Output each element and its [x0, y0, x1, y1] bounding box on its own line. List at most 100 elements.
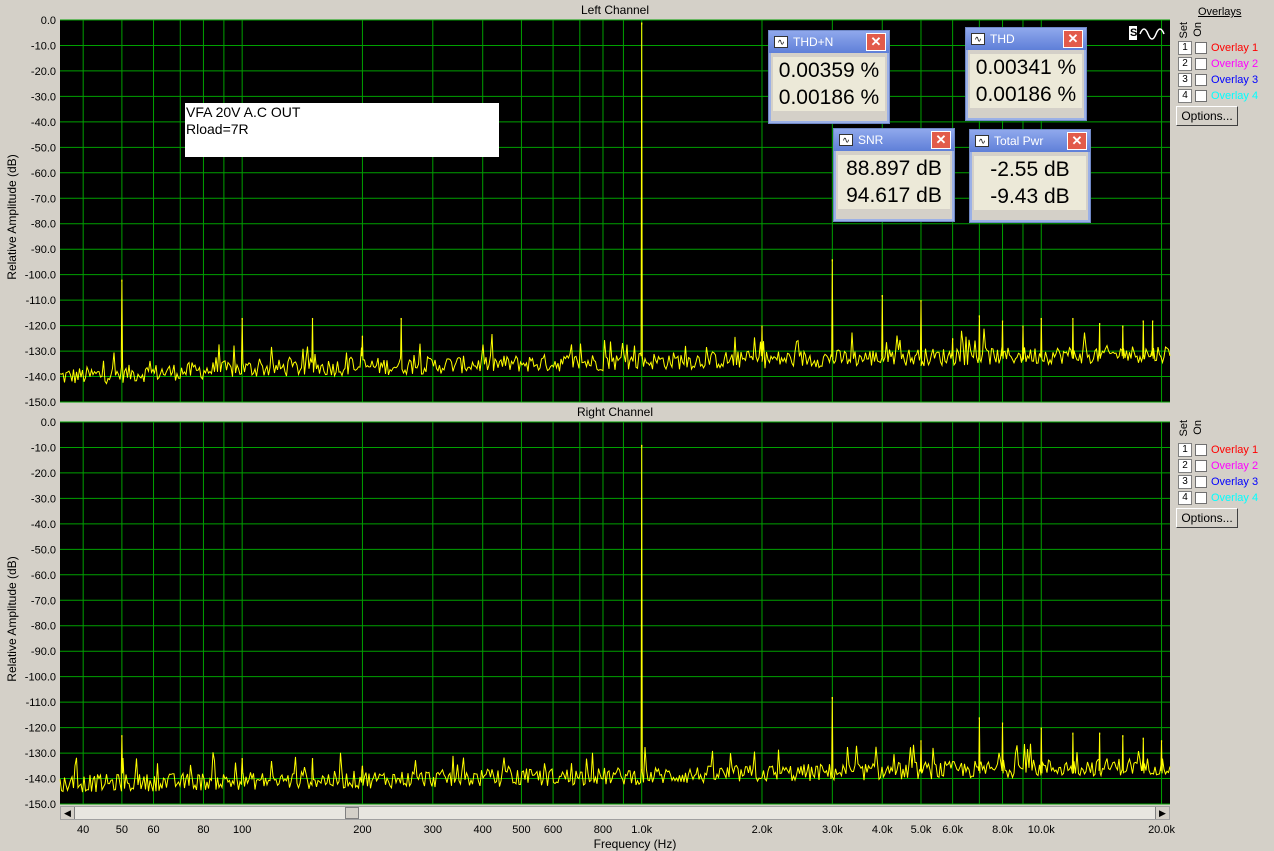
y-tick-label: -100.0 [25, 672, 56, 684]
overlay-checkbox[interactable] [1195, 74, 1207, 86]
x-tick-label: 80 [197, 824, 210, 836]
y-tick-label: -10.0 [31, 442, 56, 454]
overlay-checkbox[interactable] [1195, 476, 1207, 488]
overlay-checkbox[interactable] [1195, 444, 1207, 456]
overlay-set-button[interactable]: 3 [1178, 73, 1192, 87]
overlay-set-button[interactable]: 1 [1178, 41, 1192, 55]
meter-title: Total Pwr [994, 134, 1044, 148]
meter-value: 0.00341 % [975, 56, 1077, 79]
overlay-checkbox[interactable] [1195, 460, 1207, 472]
meter-value: 0.00186 % [975, 83, 1077, 106]
meter-icon: ∿ [774, 36, 788, 48]
annotation-line-1: VFA 20V A.C OUT [186, 104, 301, 120]
x-tick-label: 100 [232, 824, 252, 836]
meter-value: 0.00186 % [778, 86, 880, 109]
overlay-label: Overlay 1 [1211, 444, 1259, 456]
overlay-checkbox[interactable] [1195, 58, 1207, 70]
y-tick-label: -30.0 [31, 493, 56, 505]
y-tick-label: -70.0 [31, 595, 56, 607]
on-column-label: On [1192, 22, 1204, 37]
y-tick-label: -80.0 [31, 621, 56, 633]
overlay-row[interactable]: 3 Overlay 3 [1178, 72, 1258, 88]
x-axis-label: Frequency (Hz) [593, 837, 677, 851]
x-tick-label: 10.0k [1027, 824, 1055, 836]
x-tick-label: 300 [423, 824, 442, 836]
x-tick-label: 1.0k [631, 824, 653, 836]
overlay-list: 1 Overlay 1 2 Overlay 2 3 Overlay 3 4 Overla… [1178, 442, 1270, 512]
overlay-row[interactable]: 2 Overlay 2 [1178, 56, 1258, 72]
overlay-label: Overlay 1 [1211, 42, 1259, 54]
overlay-set-button[interactable]: 4 [1178, 89, 1192, 103]
y-tick-label: -40.0 [31, 519, 56, 531]
y-tick-label: 0.0 [41, 417, 56, 429]
overlay-set-button[interactable]: 3 [1178, 475, 1192, 489]
snr-meter[interactable]: ∿ SNR ✕ 88.897 dB 94.617 dB [833, 128, 955, 222]
y-tick-label: -120.0 [25, 723, 56, 735]
close-icon[interactable]: ✕ [1063, 30, 1083, 48]
annotation-line-2: Rload=7R [186, 121, 249, 137]
overlay-set-button[interactable]: 4 [1178, 491, 1192, 505]
y-tick-label: -90.0 [31, 646, 56, 658]
overlay-label: Overlay 2 [1211, 460, 1259, 472]
meter-title: THD+N [793, 35, 834, 49]
y-tick-label: -50.0 [31, 544, 56, 556]
generator-icon[interactable]: S [1126, 24, 1166, 44]
x-axis-ticks: 40 50 60 80 100 200 300 400 500 600 800 1.0k 2.0k 3.0… [0, 824, 1274, 838]
scroll-left-icon[interactable]: ◀ [61, 807, 75, 819]
meter-title: THD [990, 32, 1015, 46]
overlay-row[interactable]: 4 Overlay 4 [1178, 88, 1258, 104]
thd-meter[interactable]: ∿ THD ✕ 0.00341 % 0.00186 % [965, 27, 1087, 121]
on-column-label: On [1192, 420, 1204, 435]
total-pwr-meter[interactable]: ∿ Total Pwr ✕ -2.55 dB -9.43 dB [969, 129, 1091, 223]
x-tick-label: 60 [147, 824, 160, 836]
overlay-set-button[interactable]: 2 [1178, 57, 1192, 71]
meter-value: -9.43 dB [990, 185, 1070, 208]
overlay-row[interactable]: 1 Overlay 1 [1178, 442, 1258, 458]
x-tick-label: 8.0k [992, 824, 1013, 836]
thdn-meter[interactable]: ∿ THD+N ✕ 0.00359 % 0.00186 % [768, 30, 890, 124]
close-icon[interactable]: ✕ [931, 131, 951, 149]
overlay-label: Overlay 3 [1211, 74, 1259, 86]
overlay-checkbox[interactable] [1195, 492, 1207, 504]
overlay-label: Overlay 3 [1211, 476, 1259, 488]
left-overlay-panel: Overlays Set On 1 Overlay 1 2 Overlay 2 3 O… [1174, 4, 1272, 126]
x-tick-label: 600 [543, 824, 563, 836]
overlay-row[interactable]: 3 Overlay 3 [1178, 474, 1258, 490]
annotation-box[interactable]: VFA 20V A.C OUT Rload=7R [185, 103, 499, 157]
y-tick-label: -130.0 [25, 748, 56, 760]
overlay-checkbox[interactable] [1195, 42, 1207, 54]
y-tick-label: -20.0 [31, 468, 56, 480]
x-tick-label: 6.0k [942, 824, 963, 836]
meter-icon: ∿ [971, 33, 985, 45]
scroll-thumb[interactable] [345, 807, 359, 819]
y-tick-label: -110.0 [26, 697, 56, 709]
y-tick-label: -60.0 [31, 570, 56, 582]
overlay-row[interactable]: 1 Overlay 1 [1178, 40, 1258, 56]
horizontal-scrollbar[interactable]: ◀ ▶ [60, 806, 1170, 820]
meter-value: 88.897 dB [846, 157, 942, 180]
close-icon[interactable]: ✕ [866, 33, 886, 51]
overlay-label: Overlay 4 [1211, 492, 1259, 504]
overlay-row[interactable]: 2 Overlay 2 [1178, 458, 1258, 474]
set-column-label: Set [1178, 22, 1190, 39]
plot-area [60, 422, 1170, 804]
x-tick-label: 4.0k [871, 824, 893, 836]
x-tick-label: 400 [473, 824, 492, 836]
meter-icon: ∿ [975, 135, 989, 147]
scroll-right-icon[interactable]: ▶ [1155, 807, 1169, 819]
overlay-list: 1 Overlay 1 2 Overlay 2 3 Overlay 3 4 Overla… [1178, 40, 1270, 110]
x-tick-label: 20.0k [1148, 824, 1175, 836]
overlay-set-button[interactable]: 2 [1178, 459, 1192, 473]
close-icon[interactable]: ✕ [1067, 132, 1087, 150]
overlay-label: Overlay 4 [1211, 90, 1259, 102]
overlay-checkbox[interactable] [1195, 90, 1207, 102]
right-overlay-panel: Set On 1 Overlay 1 2 Overlay 2 3 Overlay 3 … [1174, 406, 1272, 528]
overlay-row[interactable]: 4 Overlay 4 [1178, 490, 1258, 506]
overlays-header: Overlays [1198, 6, 1242, 18]
x-tick-label: 40 [77, 824, 90, 836]
options-button[interactable]: Options... [1176, 106, 1238, 126]
options-button[interactable]: Options... [1176, 508, 1238, 528]
x-tick-label: 3.0k [821, 824, 843, 836]
overlay-set-button[interactable]: 1 [1178, 443, 1192, 457]
meter-title: SNR [858, 133, 884, 147]
